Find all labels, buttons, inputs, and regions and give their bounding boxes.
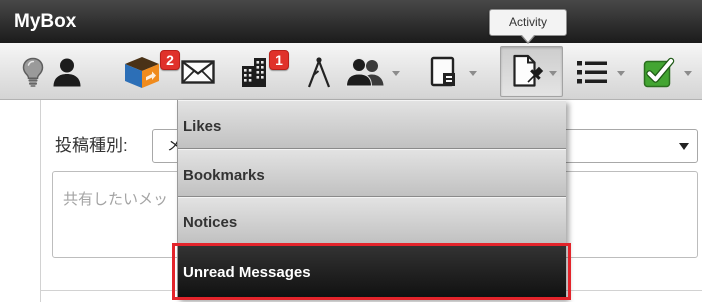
menu-item-notices[interactable]: Notices (178, 197, 566, 244)
menu-item-likes[interactable]: Likes (178, 100, 566, 149)
dropdown-arrow-icon[interactable] (392, 71, 400, 76)
people-icon[interactable] (345, 57, 385, 87)
person-icon[interactable] (52, 57, 82, 87)
building-icon[interactable] (240, 56, 268, 88)
dropdown-arrow-icon[interactable] (617, 71, 625, 76)
check-icon[interactable] (643, 56, 675, 88)
post-type-label: 投稿種別: (55, 136, 128, 155)
compass-icon[interactable] (306, 56, 332, 88)
lightbulb-icon[interactable] (22, 57, 44, 87)
activity-tooltip: Activity (489, 9, 567, 44)
menu-item-bookmarks[interactable]: Bookmarks (178, 149, 566, 197)
notification-badge: 1 (269, 50, 289, 70)
envelope-icon[interactable] (181, 60, 215, 84)
notification-badge: 2 (160, 50, 180, 70)
box-icon[interactable] (123, 54, 161, 90)
activity-dropdown-menu: Likes Bookmarks Notices Unread Messages (177, 100, 566, 299)
dropdown-arrow-icon[interactable] (549, 71, 557, 76)
activity-icon[interactable] (512, 54, 544, 88)
dropdown-arrow-icon[interactable] (469, 71, 477, 76)
dropdown-arrow-icon[interactable] (684, 71, 692, 76)
app-header: MyBox (0, 0, 702, 43)
panel-border (40, 100, 41, 302)
menu-item-unread-messages[interactable]: Unread Messages (178, 244, 566, 299)
app-title: MyBox (14, 11, 77, 32)
chevron-down-icon (679, 143, 689, 150)
contact-card-icon[interactable] (430, 56, 458, 88)
list-icon[interactable] (576, 59, 608, 85)
toolbar: 2 1 (0, 43, 702, 100)
